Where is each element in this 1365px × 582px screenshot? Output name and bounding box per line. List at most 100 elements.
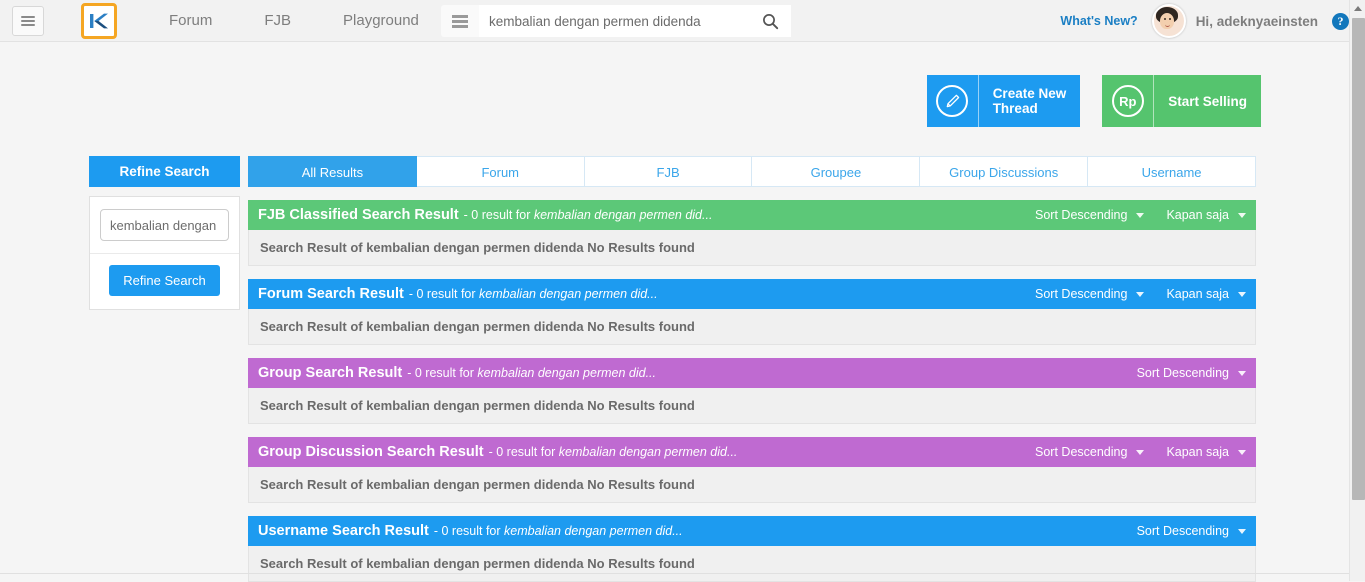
sort-dropdown[interactable]: Sort Descending xyxy=(1035,445,1145,459)
sort-dropdown-label: Sort Descending xyxy=(1136,366,1229,380)
tab-group-discussions[interactable]: Group Discussions xyxy=(920,156,1089,187)
search-scope-menu-button[interactable] xyxy=(441,13,479,30)
panel-body: Search Result of kembalian dengan permen… xyxy=(248,546,1256,582)
panel-header: Group Discussion Search Result - 0 resul… xyxy=(248,437,1256,467)
help-question-icon[interactable]: ? xyxy=(1332,12,1349,30)
time-filter-label: Kapan saja xyxy=(1166,445,1229,459)
chevron-down-icon xyxy=(1136,212,1145,218)
avatar[interactable] xyxy=(1151,4,1186,38)
panel-query-text: kembalian dengan permen did... xyxy=(477,366,656,380)
refine-input-row xyxy=(90,197,239,254)
refine-search-panel: Refine Search xyxy=(89,196,240,310)
refine-search-header[interactable]: Refine Search xyxy=(89,156,240,187)
sort-dropdown[interactable]: Sort Descending xyxy=(1035,287,1145,301)
panel-body: Search Result of kembalian dengan permen… xyxy=(248,388,1256,424)
panel-result-count: - 0 result for xyxy=(463,208,534,222)
avatar-mouth xyxy=(1164,23,1170,27)
time-filter-label: Kapan saja xyxy=(1166,287,1229,301)
hamburger-icon xyxy=(21,14,35,28)
panel-query-text: kembalian dengan permen did... xyxy=(504,524,683,538)
tab-all-results[interactable]: All Results xyxy=(248,156,417,187)
kaskus-k-logo-icon xyxy=(90,13,108,28)
panel-title: Username Search Result xyxy=(258,523,429,539)
refine-search-input[interactable] xyxy=(100,209,229,241)
sort-dropdown-label: Sort Descending xyxy=(1035,445,1128,459)
results-tabs: All Results Forum FJB Groupee Group Disc… xyxy=(248,156,1256,187)
panel-header: Forum Search Result - 0 result for kemba… xyxy=(248,279,1256,309)
main-menu-button[interactable] xyxy=(12,5,44,36)
start-selling-button[interactable]: Rp Start Selling xyxy=(1102,75,1261,127)
avatar-eye-right xyxy=(1168,18,1171,20)
tab-fjb[interactable]: FJB xyxy=(584,156,753,187)
panel-header: FJB Classified Search Result - 0 result … xyxy=(248,200,1256,230)
search-results-column: All Results Forum FJB Groupee Group Disc… xyxy=(248,156,1256,582)
result-panel-group-discussion: Group Discussion Search Result - 0 resul… xyxy=(248,437,1256,503)
sort-dropdown-label: Sort Descending xyxy=(1136,524,1229,538)
nav-link-forum[interactable]: Forum xyxy=(143,12,238,29)
refine-button-row: Refine Search xyxy=(90,254,239,309)
tab-username[interactable]: Username xyxy=(1088,156,1256,187)
top-navigation-bar: Forum FJB Playground What's New? Hi, ade… xyxy=(0,0,1365,42)
avatar-eye-left xyxy=(1163,18,1166,20)
tab-groupee[interactable]: Groupee xyxy=(752,156,921,187)
panel-subtitle: - 0 result for kembalian dengan permen d… xyxy=(409,287,658,301)
result-panel-forum: Forum Search Result - 0 result for kemba… xyxy=(248,279,1256,345)
start-selling-icon-box: Rp xyxy=(1102,75,1155,127)
time-filter-dropdown[interactable]: Kapan saja xyxy=(1166,208,1246,222)
create-new-thread-button[interactable]: Create New Thread xyxy=(926,75,1081,127)
create-thread-label-line2: Thread xyxy=(992,101,1038,116)
search-icon xyxy=(762,13,778,29)
panel-body: Search Result of kembalian dengan permen… xyxy=(248,230,1256,266)
kaskus-logo-button[interactable] xyxy=(81,2,117,39)
panel-result-count: - 0 result for xyxy=(408,287,480,301)
chevron-down-icon xyxy=(1136,291,1145,297)
refine-search-sidebar: Refine Search Refine Search xyxy=(89,156,240,582)
create-thread-icon-box xyxy=(927,75,979,127)
chevron-down-icon xyxy=(1136,449,1145,455)
panel-query-text: kembalian dengan permen did... xyxy=(558,445,738,459)
scrollbar-up-button[interactable] xyxy=(1350,0,1365,16)
primary-nav: Forum FJB Playground xyxy=(143,12,445,29)
panel-result-count: - 0 result for xyxy=(488,445,559,459)
search-submit-button[interactable] xyxy=(749,5,791,37)
sort-dropdown[interactable]: Sort Descending xyxy=(1137,524,1246,538)
result-panel-group: Group Search Result - 0 result for kemba… xyxy=(248,358,1256,424)
tab-forum[interactable]: Forum xyxy=(416,156,585,187)
panel-title: Group Discussion Search Result xyxy=(258,444,484,460)
chevron-down-icon xyxy=(1238,212,1246,218)
sort-dropdown[interactable]: Sort Descending xyxy=(1137,366,1246,380)
search-category-menu-icon xyxy=(452,13,468,30)
nav-link-playground[interactable]: Playground xyxy=(317,12,445,29)
panel-title: Group Search Result xyxy=(258,365,403,381)
chevron-down-icon xyxy=(1238,291,1246,297)
panel-query-text: kembalian dengan permen did... xyxy=(533,208,713,222)
panel-subtitle: - 0 result for kembalian dengan permen d… xyxy=(489,445,738,459)
search-input[interactable] xyxy=(479,5,749,37)
action-buttons: Create New Thread Rp Start Selling xyxy=(926,75,1261,127)
time-filter-dropdown[interactable]: Kapan saja xyxy=(1166,287,1246,301)
time-filter-dropdown[interactable]: Kapan saja xyxy=(1166,445,1246,459)
refine-search-button[interactable]: Refine Search xyxy=(109,265,220,296)
panel-title: FJB Classified Search Result xyxy=(258,207,459,223)
nav-link-fjb[interactable]: FJB xyxy=(238,12,317,29)
page-scrollbar[interactable] xyxy=(1349,0,1365,581)
panel-header: Group Search Result - 0 result for kemba… xyxy=(248,358,1256,388)
scrollbar-thumb[interactable] xyxy=(1352,18,1365,500)
panel-query-text: kembalian dengan permen did... xyxy=(479,287,658,301)
panel-subtitle: - 0 result for kembalian dengan permen d… xyxy=(434,524,683,538)
page-bottom-divider xyxy=(0,573,1349,574)
chevron-down-icon xyxy=(1238,449,1246,455)
sort-dropdown-label: Sort Descending xyxy=(1035,287,1128,301)
time-filter-label: Kapan saja xyxy=(1166,208,1229,222)
sort-dropdown[interactable]: Sort Descending xyxy=(1035,208,1145,222)
panel-header: Username Search Result - 0 result for ke… xyxy=(248,516,1256,546)
user-greeting[interactable]: Hi, adeknyaeinsten xyxy=(1196,14,1318,29)
main-content: Refine Search Refine Search All Results … xyxy=(89,156,1256,582)
whats-new-link[interactable]: What's New? xyxy=(1060,14,1137,28)
panel-subtitle: - 0 result for kembalian dengan permen d… xyxy=(407,366,656,380)
chevron-down-icon xyxy=(1238,370,1246,376)
pencil-icon xyxy=(936,85,969,117)
chevron-down-icon xyxy=(1238,528,1246,534)
result-panel-fjb-classified: FJB Classified Search Result - 0 result … xyxy=(248,200,1256,266)
create-new-thread-label: Create New Thread xyxy=(979,86,1081,116)
